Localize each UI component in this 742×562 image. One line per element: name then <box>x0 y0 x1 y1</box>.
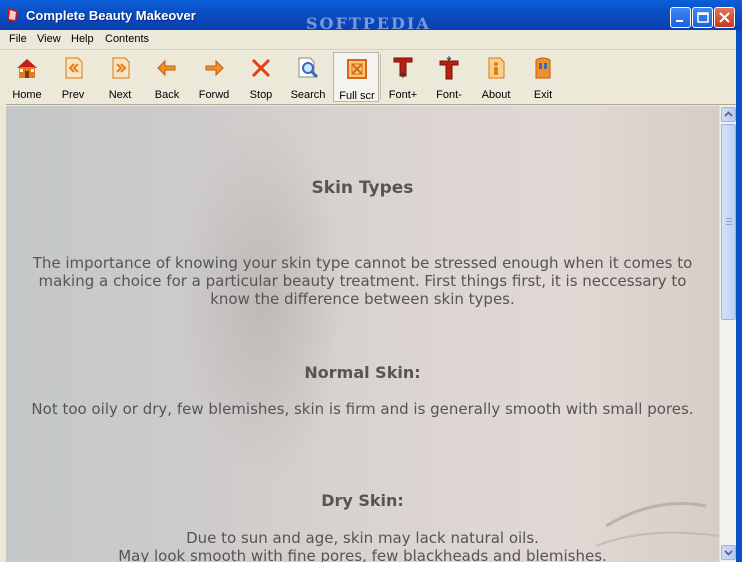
exit-door-icon <box>535 57 551 79</box>
scroll-thumb[interactable] <box>721 124 736 320</box>
font-increase-label: Font+ <box>388 89 418 101</box>
content-pane: Skin Types The importance of knowing you… <box>6 106 719 562</box>
menu-view[interactable]: View <box>37 33 61 45</box>
chevron-up-icon <box>724 111 733 117</box>
info-document-icon <box>488 57 505 79</box>
stop-button[interactable]: Stop <box>238 52 284 102</box>
magnifier-document-icon <box>298 57 319 79</box>
window-title: Complete Beauty Makeover <box>26 8 196 23</box>
normal-skin-heading: Normal Skin: <box>304 363 421 382</box>
title-bar: Complete Beauty Makeover SOFTPEDIA <box>0 0 742 33</box>
scroll-down-button[interactable] <box>721 545 736 560</box>
thumb-grip <box>726 218 732 219</box>
menu-help[interactable]: Help <box>71 33 94 45</box>
about-label: About <box>481 89 511 101</box>
close-icon <box>719 12 730 23</box>
home-label: Home <box>12 89 42 101</box>
thumb-grip <box>726 221 732 222</box>
font-decrease-icon <box>439 56 459 80</box>
double-left-page-icon <box>65 57 83 79</box>
dry-skin-text-2: May look smooth with fine pores, few bla… <box>118 547 607 562</box>
arrow-left-icon <box>157 59 176 77</box>
stop-label: Stop <box>249 89 273 101</box>
dry-skin-text-1: Due to sun and age, skin may lack natura… <box>186 529 539 547</box>
x-stop-icon <box>251 58 271 78</box>
forward-button[interactable]: Forwd <box>191 52 237 102</box>
back-label: Back <box>154 89 180 101</box>
menu-contents[interactable]: Contents <box>105 33 149 45</box>
font-decrease-label: Font- <box>436 89 462 101</box>
menu-bar: File View Help Contents <box>0 30 742 50</box>
app-icon <box>7 8 18 22</box>
article-title: Skin Types <box>311 178 414 198</box>
next-label: Next <box>108 89 132 101</box>
double-right-page-icon <box>112 57 130 79</box>
forward-label: Forwd <box>198 89 230 101</box>
search-label: Search <box>290 89 326 101</box>
search-button[interactable]: Search <box>285 52 331 102</box>
vertical-scrollbar[interactable] <box>719 106 737 562</box>
minimize-icon <box>676 20 683 22</box>
font-decrease-button[interactable]: Font- <box>426 52 472 102</box>
scroll-up-button[interactable] <box>721 107 736 122</box>
exit-button[interactable]: Exit <box>520 52 566 102</box>
fullscreen-button[interactable]: Full scr <box>333 52 379 102</box>
thumb-grip <box>726 224 732 225</box>
next-button[interactable]: Next <box>97 52 143 102</box>
house-icon <box>17 59 37 78</box>
back-button[interactable]: Back <box>144 52 190 102</box>
font-increase-icon <box>393 57 413 78</box>
home-button[interactable]: Home <box>4 52 50 102</box>
toolbar: Home Prev Next Back Forwd Stop Search Fu… <box>0 50 742 105</box>
prev-button[interactable]: Prev <box>50 52 96 102</box>
chevron-down-icon <box>724 550 733 556</box>
close-button[interactable] <box>714 7 735 28</box>
arrow-right-icon <box>205 59 224 77</box>
maximize-button[interactable] <box>692 7 713 28</box>
exit-label: Exit <box>533 89 553 101</box>
menu-file[interactable]: File <box>9 33 27 45</box>
intro-paragraph: The importance of knowing your skin type… <box>32 254 693 308</box>
normal-skin-text: Not too oily or dry, few blemishes, skin… <box>31 400 694 418</box>
window-frame-right <box>736 30 742 562</box>
fullscreen-icon <box>347 59 367 79</box>
maximize-icon <box>697 12 709 23</box>
font-increase-button[interactable]: Font+ <box>380 52 426 102</box>
dry-skin-heading: Dry Skin: <box>321 491 404 510</box>
prev-label: Prev <box>61 89 85 101</box>
about-button[interactable]: About <box>473 52 519 102</box>
fullscreen-label: Full scr <box>339 90 375 102</box>
minimize-button[interactable] <box>670 7 691 28</box>
